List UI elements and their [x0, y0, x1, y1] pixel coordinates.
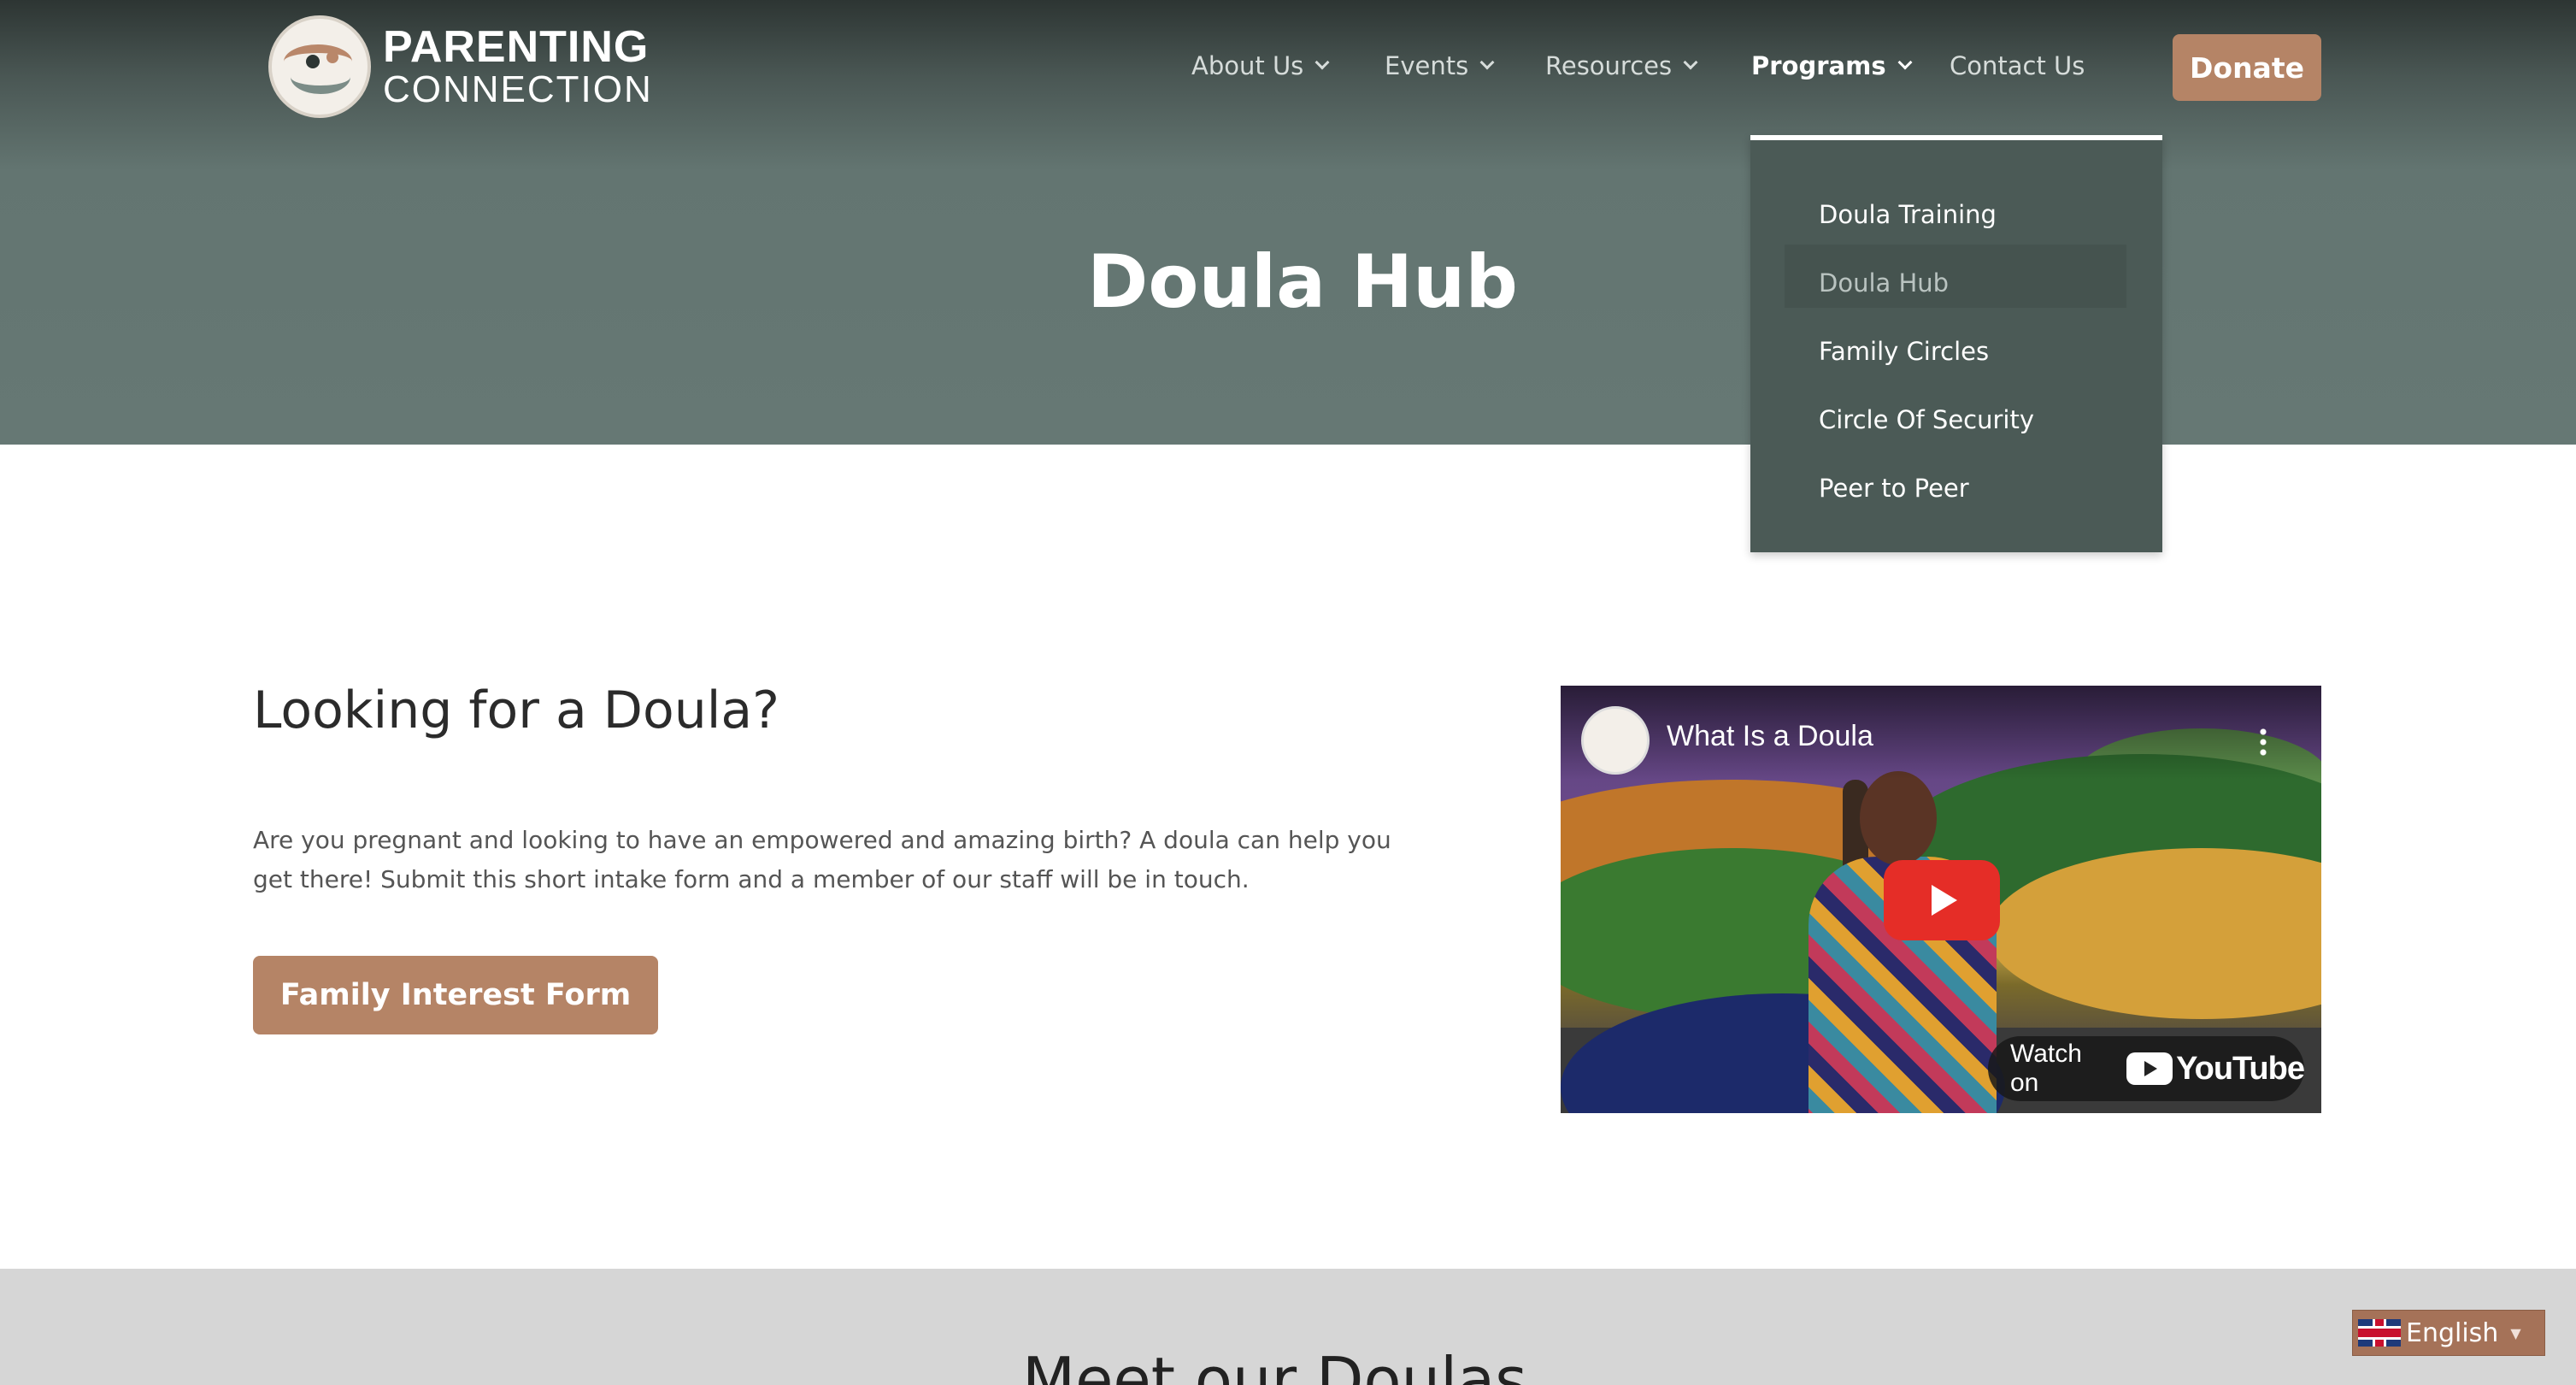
logo-text-line1: PARENTING	[383, 22, 650, 72]
nav-about-us[interactable]: About Us	[1191, 51, 1330, 80]
chevron-down-icon	[1479, 55, 1495, 70]
nav-resources-label: Resources	[1545, 51, 1673, 80]
chevron-down-icon	[1314, 55, 1330, 70]
logo-text-line2: CONNECTION	[383, 68, 653, 110]
uk-flag-icon	[2358, 1319, 2401, 1347]
watch-on-youtube-button[interactable]: Watch on YouTube	[1988, 1036, 2305, 1101]
logo-icon	[268, 15, 371, 118]
nav-programs-label: Programs	[1751, 51, 1886, 80]
dropdown-item-peer-to-peer[interactable]: Peer to Peer	[1819, 474, 1969, 503]
more-options-icon[interactable]	[2260, 727, 2267, 757]
youtube-logo: YouTube	[2126, 1050, 2305, 1087]
meet-doulas-section: Meet our Doulas	[0, 1269, 2576, 1385]
nav-about-us-label: About Us	[1191, 51, 1304, 80]
dropdown-item-doula-hub[interactable]: Doula Hub	[1819, 268, 1949, 298]
chevron-down-icon	[1683, 55, 1698, 70]
play-icon	[1932, 885, 1957, 916]
nav-events-label: Events	[1385, 51, 1469, 80]
hero-banner: PARENTING CONNECTION About Us Events Res…	[0, 0, 2576, 445]
video-title[interactable]: What Is a Doula	[1667, 720, 1873, 753]
language-label: English	[2406, 1317, 2499, 1348]
caret-down-icon: ▼	[2510, 1324, 2521, 1341]
nav-events[interactable]: Events	[1385, 51, 1495, 80]
family-interest-form-button[interactable]: Family Interest Form	[253, 956, 658, 1034]
donate-button[interactable]: Donate	[2173, 34, 2321, 101]
watch-on-label: Watch on	[2010, 1040, 2082, 1097]
page-title-text: Doula Hub	[1087, 239, 1518, 325]
youtube-video-embed[interactable]: What Is a Doula Watch on YouTube	[1561, 686, 2321, 1113]
chevron-down-icon	[1897, 55, 1913, 70]
programs-dropdown: Doula Training Doula Hub Family Circles …	[1750, 135, 2162, 552]
intro-paragraph-line-2: get there! Submit this short intake form…	[253, 865, 1250, 893]
nav-contact-us-label: Contact Us	[1950, 51, 2085, 80]
meet-doulas-heading: Meet our Doulas	[1022, 1344, 1527, 1385]
dropdown-item-circle-of-security[interactable]: Circle Of Security	[1819, 405, 2034, 434]
youtube-play-icon	[2126, 1052, 2173, 1085]
nav-resources[interactable]: Resources	[1545, 51, 1698, 80]
dropdown-item-family-circles[interactable]: Family Circles	[1819, 337, 1989, 366]
site-logo[interactable]: PARENTING CONNECTION	[268, 15, 653, 118]
play-button[interactable]	[1884, 860, 2000, 940]
nav-contact-us[interactable]: Contact Us	[1950, 51, 2085, 80]
channel-avatar[interactable]	[1581, 706, 1650, 775]
intro-paragraph-line-1: Are you pregnant and looking to have an …	[253, 826, 1391, 854]
nav-programs[interactable]: Programs	[1751, 51, 1913, 80]
section-heading: Looking for a Doula?	[253, 681, 780, 740]
youtube-wordmark: YouTube	[2176, 1050, 2305, 1087]
dropdown-item-doula-training[interactable]: Doula Training	[1819, 200, 1997, 229]
language-selector[interactable]: English ▼	[2352, 1310, 2545, 1356]
video-person-image	[1800, 771, 1997, 1113]
intro-paragraph: Are you pregnant and looking to have an …	[253, 821, 1450, 899]
